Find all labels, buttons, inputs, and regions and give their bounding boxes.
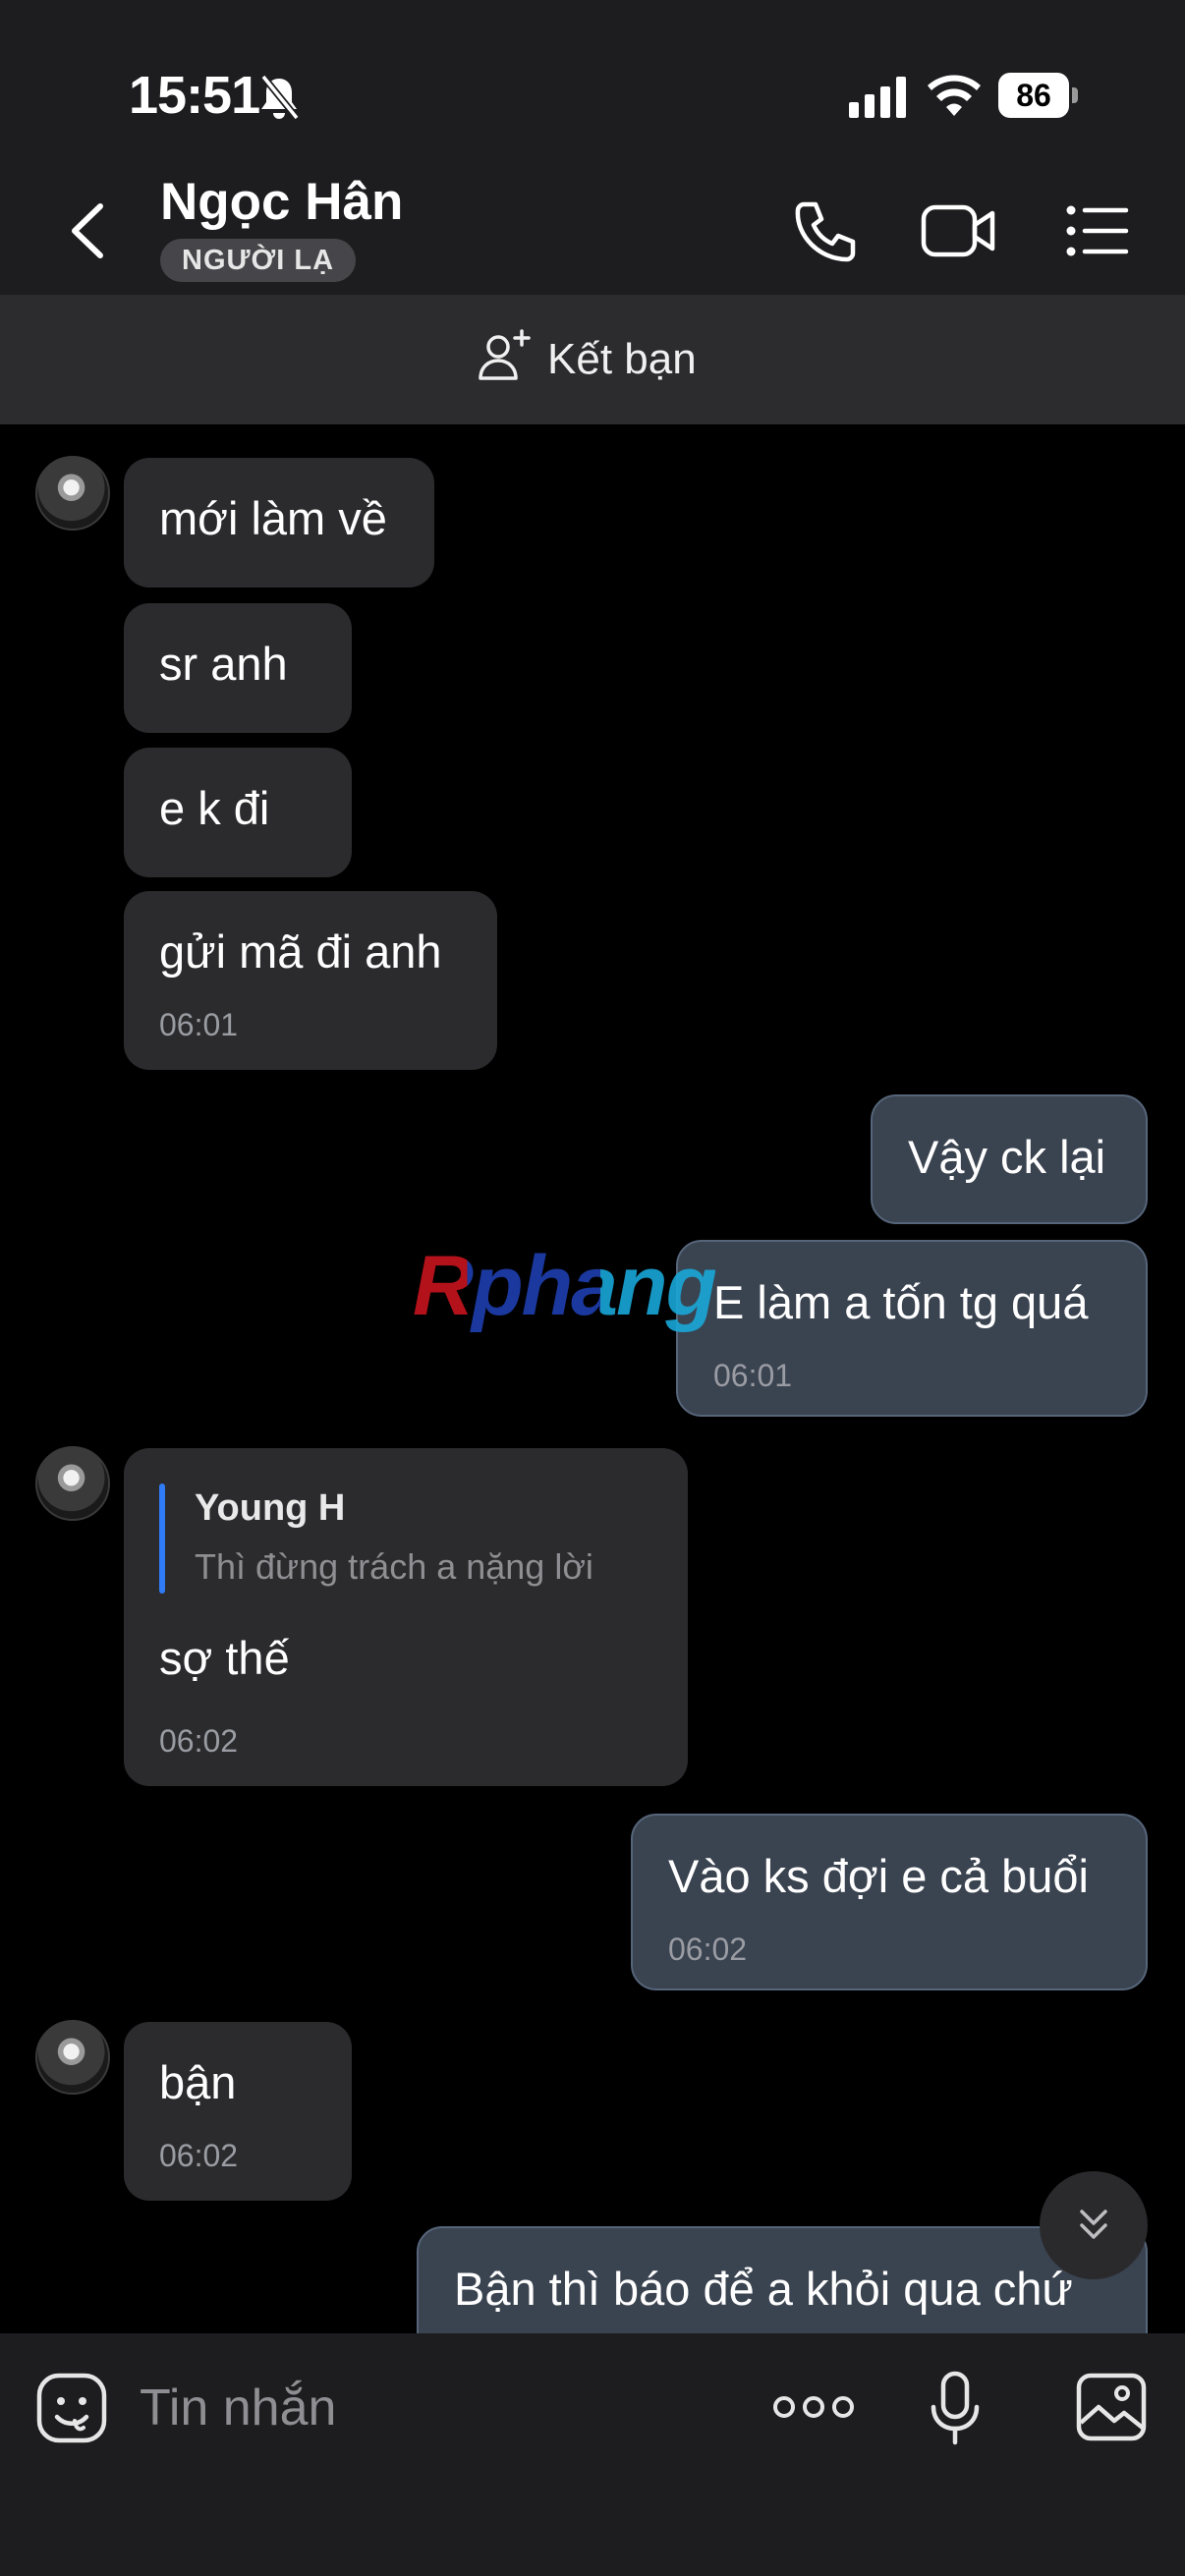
add-friend-button[interactable]: Kết bạn	[477, 328, 697, 387]
message-text: e k đi	[159, 782, 270, 834]
scroll-to-bottom-button[interactable]	[1040, 2171, 1185, 2279]
message-bubble[interactable]: sr anh	[124, 603, 352, 733]
battery-indicator: 86	[998, 73, 1079, 118]
message-time: 06:02	[159, 1723, 239, 1759]
avatar[interactable]	[35, 2020, 110, 2095]
wifi-icon	[928, 73, 981, 118]
message-time: 06:02	[668, 1932, 748, 1967]
message-text: bận	[159, 2056, 237, 2108]
message-input[interactable]	[138, 2368, 692, 2448]
message-time: 06:01	[713, 1358, 793, 1393]
message-bubble[interactable]: gửi mã đi anh 06:01	[124, 891, 497, 1070]
microphone-button[interactable]	[928, 2370, 983, 2448]
message-bubble[interactable]: mới làm về	[124, 458, 434, 588]
message-bubble[interactable]: E làm a tốn tg quá 06:01	[676, 1240, 1148, 1417]
message-text: gửi mã đi anh	[159, 925, 442, 978]
message-text: sr anh	[159, 638, 288, 690]
cellular-signal-icon	[849, 77, 908, 118]
back-button[interactable]	[59, 196, 118, 265]
avatar[interactable]	[35, 456, 110, 531]
menu-list-button[interactable]	[1065, 204, 1130, 257]
message-time: 06:01	[159, 1007, 239, 1042]
battery-level: 86	[998, 73, 1069, 118]
quote-bar	[159, 1484, 165, 1594]
avatar[interactable]	[35, 1446, 110, 1521]
status-time: 15:51	[129, 66, 260, 125]
mute-bell-icon	[257, 73, 301, 122]
video-call-button[interactable]	[920, 201, 998, 260]
voice-call-button[interactable]	[790, 196, 859, 265]
message-bubble[interactable]: bận 06:02	[124, 2022, 352, 2201]
message-bubble[interactable]: Young H Thì đừng trách a nặng lời sợ thế…	[124, 1448, 688, 1786]
message-bubble[interactable]: Vậy ck lại	[871, 1094, 1148, 1224]
message-text: E làm a tốn tg quá	[713, 1276, 1089, 1328]
message-bubble[interactable]: Vào ks đợi e cả buổi 06:02	[631, 1814, 1148, 1990]
more-options-button[interactable]	[772, 2387, 855, 2427]
emoji-sticker-button[interactable]	[35, 2372, 108, 2444]
message-text: Bận thì báo để a khỏi qua chứ	[454, 2263, 1073, 2315]
quote-author: Young H	[195, 1487, 346, 1529]
message-text: Vậy ck lại	[908, 1131, 1106, 1183]
add-user-icon	[477, 327, 532, 393]
message-text: Vào ks đợi e cả buổi	[668, 1850, 1089, 1902]
quote-text: Thì đừng trách a nặng lời	[195, 1546, 593, 1587]
message-text: mới làm về	[159, 492, 387, 544]
reply-quote[interactable]: Young H Thì đừng trách a nặng lời	[159, 1484, 650, 1594]
add-friend-label: Kết bạn	[547, 335, 697, 383]
double-chevron-down-icon	[1080, 2210, 1107, 2239]
contact-name[interactable]: Ngọc Hân	[160, 172, 403, 232]
stranger-badge: NGƯỜI LẠ	[160, 239, 357, 282]
home-indicator	[0, 2495, 1185, 2576]
image-gallery-button[interactable]	[1075, 2372, 1148, 2442]
message-text: sợ thế	[159, 1632, 290, 1684]
watermark-logo: Rphang	[413, 1239, 717, 1333]
message-bubble[interactable]: e k đi	[124, 748, 352, 877]
message-time: 06:02	[159, 2138, 239, 2173]
